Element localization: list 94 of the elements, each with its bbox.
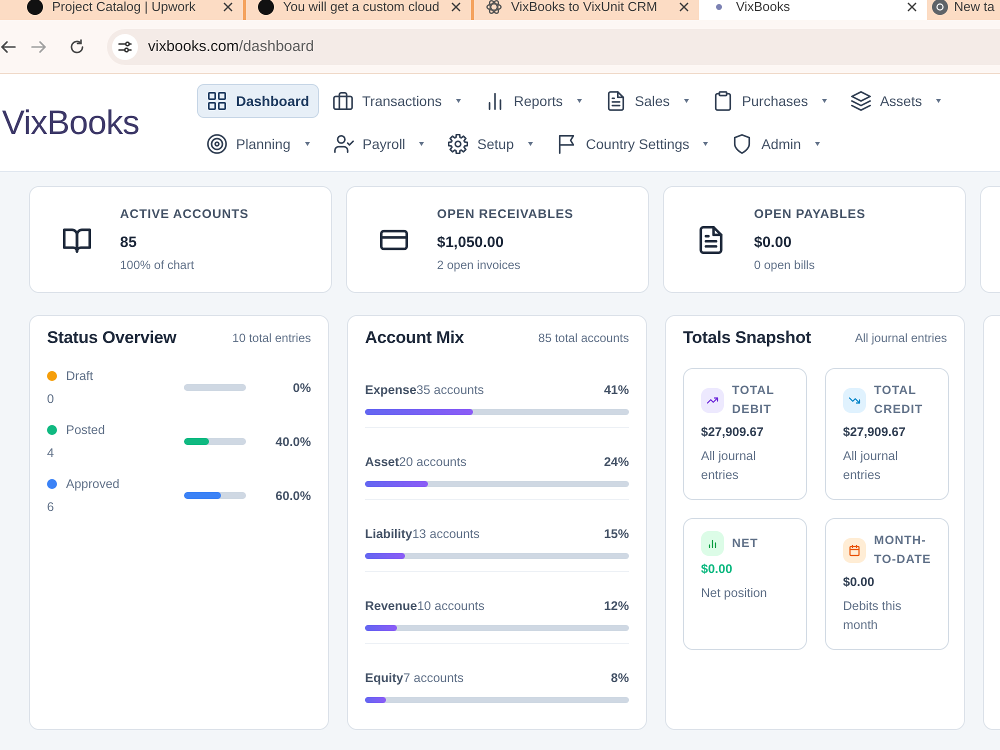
panel-title: Status Overview: [47, 328, 176, 348]
circle-logo-icon: [27, 0, 43, 15]
account-count: 10 accounts: [417, 599, 485, 613]
panel-title: Totals Snapshot: [683, 328, 811, 348]
panel-title: Account Mix: [365, 328, 464, 348]
stat-note: 2 open invoices: [437, 258, 522, 273]
status-count: 6: [47, 499, 55, 516]
stat-note: 0 open bills: [754, 258, 816, 273]
percent-value: 60.0%: [274, 488, 311, 502]
document-icon: [606, 91, 626, 111]
account-count: 20 accounts: [399, 455, 466, 469]
nav-item[interactable]: Sales: [596, 84, 699, 118]
stat-label: ACTIVE ACCOUNTS: [120, 206, 249, 222]
tile-label: TOTAL DEBIT: [732, 382, 776, 418]
briefcase-icon: [333, 91, 354, 111]
flag-icon: [556, 134, 577, 154]
tile-value: $0.00: [843, 574, 876, 591]
back-icon[interactable]: [0, 38, 16, 54]
nav-item[interactable]: Transactions: [323, 84, 471, 118]
panel-summary: 85 total accounts: [538, 331, 629, 345]
tile-note: Net position: [701, 585, 768, 602]
panel-summary: All journal entries: [854, 331, 947, 345]
trend-up-icon: [701, 388, 724, 412]
percent-value: 40.0%: [274, 434, 311, 448]
status-label: Draft: [66, 368, 94, 385]
percent-value: 12%: [604, 598, 629, 615]
tile-label: MONTH-TO-DATE: [874, 532, 932, 568]
nav-item[interactable]: Reports: [474, 84, 592, 118]
tile-value: $0.00: [701, 561, 734, 578]
nav-item[interactable]: Assets: [840, 84, 951, 118]
account-type: Expense: [365, 383, 416, 397]
nav-item[interactable]: Dashboard: [197, 84, 320, 118]
target-icon: [207, 134, 227, 154]
sliders-icon[interactable]: [112, 34, 138, 60]
tile-note: Debits this month: [843, 598, 902, 634]
shield-icon: [732, 134, 752, 154]
account-count: 7 accounts: [403, 671, 464, 685]
browser-tab[interactable]: Project Catalog | Upwork: [15, 0, 243, 20]
tile-note: All journal entries: [701, 448, 757, 484]
layers-icon: [850, 91, 871, 111]
percent-value: 41%: [604, 382, 629, 399]
account-type: Revenue: [365, 599, 418, 613]
knot-icon: [486, 0, 502, 15]
stat-value: 85: [120, 234, 138, 252]
circle-logo-icon: [258, 0, 274, 15]
panel-summary: 10 total entries: [232, 331, 311, 345]
close-icon[interactable]: [679, 2, 689, 12]
nav-item[interactable]: Planning: [197, 127, 320, 161]
stat-note: 100% of chart: [120, 258, 196, 273]
address-field[interactable]: vixbooks.com/dashboard: [107, 28, 1000, 64]
account-count: 13 accounts: [412, 527, 480, 541]
percent-value: 24%: [604, 454, 629, 471]
browser-tab[interactable]: VixBooks: [699, 0, 927, 20]
stat-label: OPEN RECEIVABLES: [437, 206, 574, 222]
nav-item[interactable]: Purchases: [702, 84, 837, 118]
grid-icon: [207, 91, 227, 111]
document-icon: [697, 226, 725, 254]
stat-value: $0.00: [754, 234, 793, 252]
logo: VixBooks: [2, 102, 140, 142]
gear-icon: [448, 134, 468, 154]
open-book-icon: [63, 226, 91, 254]
percent-value: 15%: [604, 526, 629, 543]
trend-down-icon: [843, 388, 866, 412]
tile-label: TOTAL CREDIT: [874, 382, 924, 418]
calendar-icon: [843, 538, 866, 562]
status-label: Approved: [66, 476, 120, 493]
browser-tab[interactable]: New ta: [927, 0, 1000, 20]
status-count: 4: [47, 445, 55, 462]
tile-label: NET: [732, 535, 758, 552]
reload-icon[interactable]: [69, 38, 85, 54]
stat-label: OPEN PAYABLES: [754, 206, 866, 222]
ring-icon: [932, 0, 948, 15]
account-count: 35 accounts: [416, 383, 484, 397]
stat-value: $1,050.00: [437, 234, 505, 252]
status-count: 0: [47, 391, 55, 408]
account-type: Equity: [365, 671, 404, 685]
tile-value: $27,909.67: [843, 424, 907, 441]
tile-note: All journal entries: [843, 448, 899, 484]
account-type: Liability: [365, 527, 412, 541]
tile-value: $27,909.67: [701, 424, 765, 441]
nav-item[interactable]: Setup: [438, 127, 543, 161]
status-label: Posted: [66, 422, 105, 439]
clipboard-icon: [712, 91, 733, 111]
close-icon[interactable]: [907, 2, 917, 12]
account-type: Asset: [365, 455, 400, 469]
close-icon[interactable]: [451, 2, 461, 12]
user-check-icon: [334, 134, 354, 154]
nav-item[interactable]: Payroll: [324, 127, 434, 161]
close-icon[interactable]: [223, 2, 233, 12]
nav-item[interactable]: Admin: [722, 127, 830, 161]
nav-item[interactable]: Country Settings: [546, 127, 718, 161]
percent-value: 0%: [292, 380, 311, 394]
bar-chart-icon: [701, 531, 724, 556]
percent-value: 8%: [610, 670, 629, 687]
